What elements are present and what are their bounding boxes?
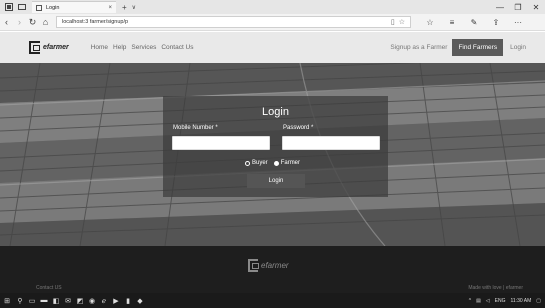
terminal-icon[interactable]: ▮ [122,293,134,308]
network-icon[interactable]: ▤ [476,298,481,304]
footer-logo: efarmer [248,259,289,272]
site-logo[interactable]: efarmer [29,41,69,54]
more-icon[interactable]: ··· [507,18,529,27]
chrome-icon[interactable]: ◉ [86,293,98,308]
menu-contact-us[interactable]: Contact Us [161,44,193,51]
buyer-radio[interactable] [245,160,250,166]
tab-close-icon[interactable]: × [108,5,112,11]
windows-start-icon[interactable]: ⊞ [0,293,14,308]
tab-manager-icon[interactable] [4,3,13,12]
footer-logo-text: efarmer [261,261,289,270]
site-footer: efarmer Contact US Made with love | efar… [0,246,545,293]
forward-button[interactable]: › [13,17,26,27]
header-login-link[interactable]: Login [510,44,526,51]
site-header: efarmer Home Help Services Contact Us Si… [0,32,545,63]
logo-text: efarmer [43,44,69,51]
home-button[interactable]: ⌂ [39,17,52,27]
hero-section: Login Mobile Number * Password * Buyer F… [0,63,545,246]
windows-taskbar: ⊞ ⚲ ▭ ▬ ◧ ✉ ◩ ◉ ℯ ▶ ▮ ◆ ^ ▤ ◁ ENG 11:30 … [0,293,545,308]
notifications-icon[interactable]: ▢ [536,298,541,304]
password-label: Password * [283,125,314,131]
file-explorer-icon[interactable]: ▬ [38,293,50,308]
browser-tab-login[interactable]: Login × [32,1,116,13]
task-view-icon[interactable]: ▭ [26,293,38,308]
browser-nav-bar: ‹ › ↻ ⌂ localhost:3 farmer/signup/p ▯ ☆ … [0,14,545,31]
clock[interactable]: 11:30 AM [511,298,532,304]
tray-arrow-icon[interactable]: ^ [469,298,471,304]
find-farmers-button[interactable]: Find Farmers [452,39,504,56]
share-icon[interactable]: ⇪ [485,18,507,27]
edge-icon[interactable]: ℯ [98,293,110,308]
browser-toolbar: ☆ ≡ ✎ ⇪ ··· [419,18,529,27]
refresh-button[interactable]: ↻ [26,17,39,28]
efarmer-logo-icon [29,41,40,54]
menu-services[interactable]: Services [131,44,156,51]
tab-dropdown-icon[interactable]: ∨ [132,4,136,11]
system-tray: ^ ▤ ◁ ENG 11:30 AM ▢ [464,293,541,308]
login-panel: Login Mobile Number * Password * Buyer F… [163,96,388,197]
reading-view-icon[interactable]: ▯ [391,18,395,26]
signup-farmer-link[interactable]: Signup as a Farmer [390,44,447,51]
favorite-star-icon[interactable]: ☆ [399,18,405,26]
buyer-label: Buyer [252,160,268,166]
new-tab-button[interactable]: + [122,3,127,12]
address-bar[interactable]: localhost:3 farmer/signup/p ▯ ☆ [56,16,411,28]
volume-icon[interactable]: ◁ [486,298,490,304]
url-text[interactable]: localhost:3 farmer/signup/p [62,19,387,25]
favorites-icon[interactable]: ☆ [419,18,441,27]
farmer-label: Farmer [280,160,301,166]
header-actions: Signup as a Farmer Find Farmers Login [390,32,526,63]
farmer-radio[interactable] [273,160,279,166]
tab-aside-icon[interactable] [17,3,26,12]
role-selector: Buyer Farmer [245,160,300,166]
mobile-number-label: Mobile Number * [173,125,218,131]
minimize-button[interactable]: — [491,3,509,12]
mobile-number-input[interactable] [172,136,270,150]
language-indicator[interactable]: ENG [495,298,506,304]
main-menu: Home Help Services Contact Us [91,44,199,51]
media-icon[interactable]: ▶ [110,293,122,308]
login-submit-button[interactable]: Login [247,174,305,188]
search-icon[interactable]: ⚲ [14,293,26,308]
mail-icon[interactable]: ✉ [62,293,74,308]
hub-icon[interactable]: ≡ [441,18,463,27]
menu-home[interactable]: Home [91,44,108,51]
maximize-button[interactable]: ❐ [509,3,527,12]
browser-tab-bar: Login × + ∨ — ❐ ✕ [0,0,545,14]
close-window-button[interactable]: ✕ [527,3,545,12]
tab-title: Login [46,4,60,11]
back-button[interactable]: ‹ [0,17,13,27]
efarmer-logo-icon [248,259,259,272]
login-title: Login [262,106,289,118]
page-favicon-icon [36,4,42,11]
app-icon[interactable]: ◆ [134,293,146,308]
store-icon[interactable]: ◧ [50,293,62,308]
photos-icon[interactable]: ◩ [74,293,86,308]
menu-help[interactable]: Help [113,44,126,51]
footer-right-text: Made with love | efarmer [468,285,523,291]
window-controls: — ❐ ✕ [491,0,545,14]
footer-contact-link[interactable]: Contact US [36,285,62,291]
password-input[interactable] [282,136,380,150]
web-note-icon[interactable]: ✎ [463,18,485,27]
